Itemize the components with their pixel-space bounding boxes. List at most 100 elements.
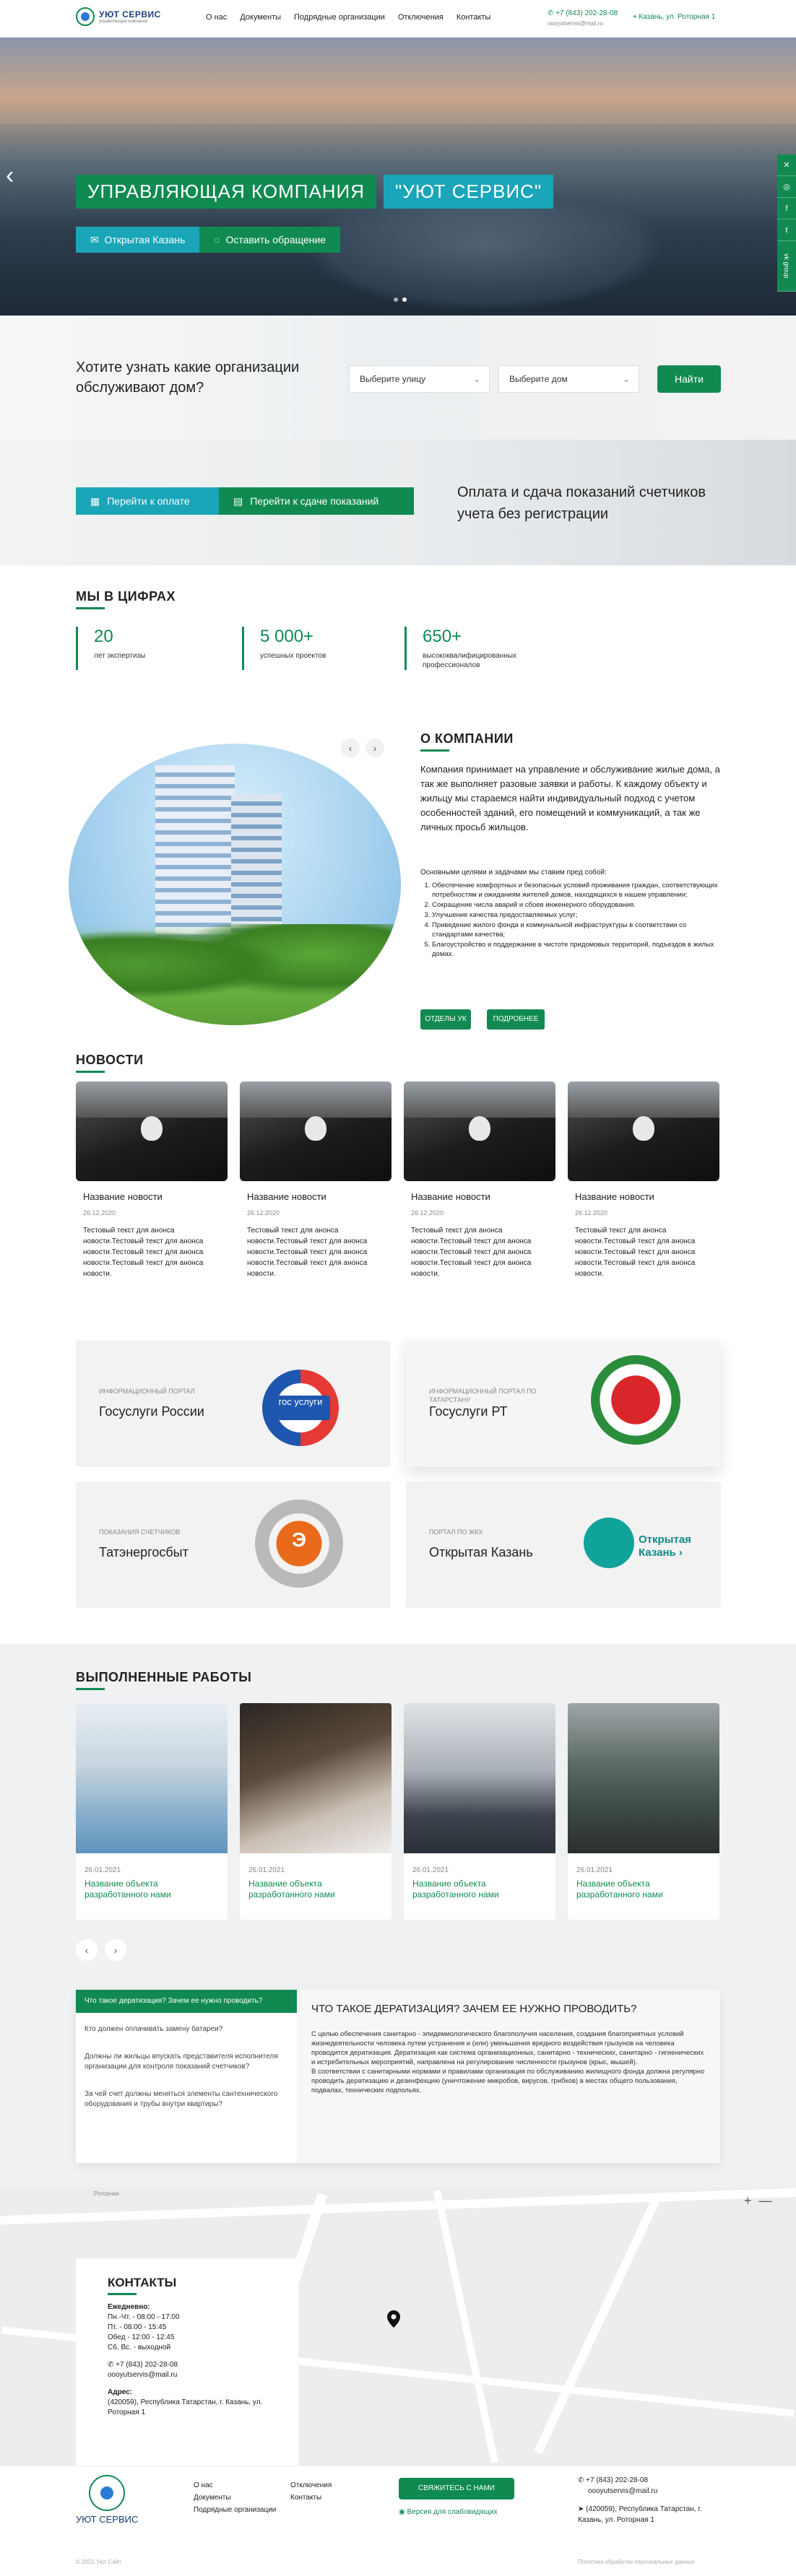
portal-card-open-kazan[interactable]: ПОРТАЛ ПО ЖКХ Открытая Казань Открытая К… [406,1481,721,1608]
nav-outages[interactable]: Отключения [398,13,444,22]
schedule-line: Сб, Вс. - выходной [108,2344,171,2351]
footer-link[interactable]: Подрядные организации [194,2504,276,2516]
faq-question[interactable]: За чей счет должны меняться элементы сан… [85,2089,288,2110]
schedule-line: Обед - 12:00 - 12:45 [108,2333,175,2341]
footer-link[interactable]: Контакты [290,2492,332,2504]
work-card[interactable]: 26.01.2021 Название объекта разработанно… [76,1703,228,1920]
faq-questions: Кто должен оплачивать замену батареи? До… [76,2016,297,2110]
leave-appeal-button[interactable]: ◌ Оставить обращение [199,227,341,253]
work-date: 26.01.2021 [85,1866,121,1874]
work-card[interactable]: 26.01.2021 Название объекта разработанно… [404,1703,555,1920]
slider-dot[interactable] [394,297,398,302]
news-title-text[interactable]: Название новости [575,1191,719,1202]
nav-contacts[interactable]: Контакты [457,13,491,22]
map-section[interactable]: Роторная + — КОНТАКТЫ Ежедневно: Пн.-Чт.… [0,2188,796,2466]
faq-question[interactable]: Кто должен оплачивать замену батареи? [85,2024,288,2035]
news-card[interactable]: Название новости 26.12.2020 Тестовый тек… [76,1082,228,1279]
gosuslugi-logo-icon: гос услуги [262,1370,339,1446]
portal-label: ИНФОРМАЦИОННЫЙ ПОРТАЛ ПО ТАТАРСТАНУ [429,1388,537,1404]
contact-us-button[interactable]: СВЯЖИТЕСЬ С НАМИ [399,2478,514,2499]
instagram-icon[interactable]: ◎ [777,176,796,198]
map-road [534,2198,659,2455]
work-card[interactable]: 26.01.2021 Название объекта разработанно… [568,1703,719,1920]
about-lead: Компания принимает на управление и обслу… [420,764,720,832]
map-street-label: Роторная [94,2190,119,2197]
work-title[interactable]: Название объекта разработанного нами [248,1879,371,1900]
chevron-left-icon[interactable]: ‹ [76,1939,98,1961]
faq-active-tab[interactable]: Что такое дератизация? Зачем ее нужно пр… [76,1990,297,2013]
news-title-text[interactable]: Название новости [83,1191,228,1202]
contacts-email[interactable]: oooyutservis@mail.ru [108,2370,267,2380]
nav-documents[interactable]: Документы [240,13,281,22]
faq-answer-text: С целью обеспечения санитарно - эпидемио… [311,2030,704,2066]
work-image [76,1703,228,1853]
news-card[interactable]: Название новости 26.12.2020 Тестовый тек… [404,1082,555,1279]
portal-card-gosuslugi-rt[interactable]: ИНФОРМАЦИОННЫЙ ПОРТАЛ ПО ТАТАРСТАНУ Госу… [406,1341,721,1467]
house-select[interactable]: Выберите дом ⌄ [498,365,639,393]
departments-button[interactable]: ОТДЕЛЫ УК [420,1009,471,1030]
footer-logo[interactable]: УЮТ СЕРВИС [76,2475,138,2525]
vk-group-link[interactable]: vk group [777,241,796,292]
go-to-payment-button[interactable]: ▦ Перейти к оплате [76,487,219,515]
contacts-card: КОНТАКТЫ Ежедневно: Пн.-Чт. - 08:00 - 17… [76,2258,298,2466]
privacy-policy-link[interactable]: Политика обработки персональных данных [578,2559,695,2565]
portal-card-tatenergosbyt[interactable]: ПОКАЗАНИЯ СЧЕТЧИКОВ Татэнергосбыт Э [76,1481,391,1608]
weak-vision-link[interactable]: ◉ Версия для слабовидящих [399,2508,498,2516]
facebook-icon[interactable]: f [777,198,796,219]
nav-contractors[interactable]: Подрядные организации [294,13,385,22]
portal-name: Татэнергосбыт [99,1545,189,1559]
map-road [433,2190,498,2463]
street-select[interactable]: Выберите улицу ⌄ [349,365,490,393]
news-card[interactable]: Название новости 26.12.2020 Тестовый тек… [240,1082,391,1279]
slider-prev-icon[interactable]: ‹ [6,162,14,190]
footer-link[interactable]: Отключения [290,2479,332,2492]
twitter-icon[interactable]: t [777,219,796,241]
chevron-right-icon[interactable]: › [105,1939,126,1961]
chevron-left-icon[interactable]: ‹ [341,739,360,757]
header-email[interactable]: oooyutservis@mail.ru [548,19,618,29]
zoom-in-icon[interactable]: + [744,2193,752,2209]
news-title-text[interactable]: Название новости [247,1191,391,1202]
find-button[interactable]: Найти [657,365,721,393]
vk-icon[interactable]: ✕ [777,155,796,176]
completed-works-section: ВЫПОЛНЕННЫЕ РАБОТЫ 26.01.2021 Название о… [0,1644,796,2188]
footer-link[interactable]: Документы [194,2492,276,2504]
faq-question[interactable]: Должны ли жильцы впускать представителя … [85,2052,288,2072]
work-title[interactable]: Название объекта разработанного нами [412,1879,535,1900]
number-item: 20 лет экспертизы [76,627,145,670]
tatenergosbyt-logo-icon: Э [255,1500,343,1588]
news-title-text[interactable]: Название новости [411,1191,555,1202]
logo[interactable]: УЮТ СЕРВИС управляющая компания [76,7,161,26]
news-card[interactable]: Название новости 26.12.2020 Тестовый тек… [568,1082,719,1279]
news-date: 26.12.2020 [575,1209,608,1217]
footer-phone[interactable]: +7 (843) 202-28-08 [586,2476,648,2484]
go-to-meters-button[interactable]: ▤ Перейти к сдаче показаний [219,487,414,515]
site-footer: УЮТ СЕРВИС О нас Документы Подрядные орг… [0,2466,796,2576]
more-button[interactable]: ПОДРОБНЕЕ [487,1009,545,1030]
number-item: 5 000+ успешных проектов [242,627,326,670]
portal-name: Госуслуги России [99,1404,204,1419]
footer-link[interactable]: О нас [194,2479,276,2492]
slider-dot-active[interactable] [402,297,407,302]
map-pin-icon[interactable] [387,2310,400,2328]
number-value: 20 [94,627,113,646]
zoom-out-icon[interactable]: — [759,2193,772,2209]
apple-logo-icon [469,1116,490,1141]
chevron-right-icon[interactable]: › [365,739,384,757]
building-image [69,744,401,1025]
about-goals-list: Обеспечение комфортных и безопасных усло… [420,881,722,960]
faq-answer: ЧТО ТАКОЕ ДЕРАТИЗАЦИЯ? ЗАЧЕМ ЕЕ НУЖНО ПР… [297,1990,720,2163]
header-phone[interactable]: +7 (843) 202-28-08 [555,9,618,17]
work-title[interactable]: Название объекта разработанного нами [576,1879,699,1900]
portal-label: ИНФОРМАЦИОННЫЙ ПОРТАЛ [99,1388,195,1395]
schedule-line: Пн.-Чт. - 08:00 - 17:00 [108,2313,180,2321]
phone-icon: ✆ [548,9,554,17]
open-kazan-button[interactable]: ✉ Открытая Казань [76,227,200,253]
footer-email[interactable]: oooyutservis@mail.ru [588,2486,722,2497]
news-text: Тестовый текст для анонса новости.Тестов… [83,1227,204,1278]
work-card[interactable]: 26.01.2021 Название объекта разработанно… [240,1703,391,1920]
nav-about[interactable]: О нас [206,13,227,22]
work-title[interactable]: Название объекта разработанного нами [85,1879,207,1900]
portal-card-gosuslugi[interactable]: ИНФОРМАЦИОННЫЙ ПОРТАЛ Госуслуги России г… [76,1341,391,1467]
contacts-phone[interactable]: +7 (843) 202-28-08 [116,2361,178,2369]
